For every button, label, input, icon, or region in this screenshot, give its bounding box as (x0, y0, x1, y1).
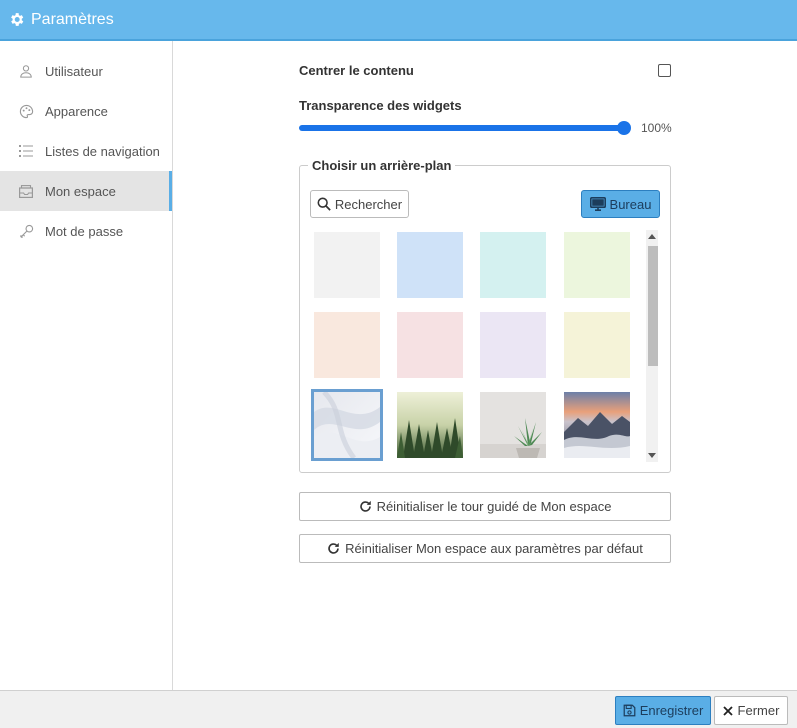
settings-sidebar: Utilisateur Apparence Listes de navigati… (0, 41, 173, 691)
key-icon (18, 223, 34, 239)
refresh-icon (359, 500, 371, 512)
center-content-label: Centrer le contenu (299, 63, 414, 78)
background-tile[interactable] (314, 312, 380, 378)
reset-tour-button[interactable]: Réinitialiser le tour guidé de Mon espac… (299, 492, 671, 521)
background-grid-scrollbar[interactable] (646, 230, 658, 462)
settings-content: Centrer le contenu Transparence des widg… (173, 41, 797, 691)
background-tile[interactable] (564, 232, 630, 298)
background-picker-legend: Choisir un arrière-plan (308, 158, 456, 173)
close-label: Fermer (737, 703, 780, 718)
background-tile[interactable] (480, 232, 546, 298)
sidebar-item-listes-de-navigation[interactable]: Listes de navigation (0, 131, 172, 171)
scrollbar-thumb[interactable] (648, 246, 658, 366)
forest-fog-image (397, 392, 463, 458)
widget-transparency-slider[interactable] (299, 121, 631, 135)
mountain-sunset-image (564, 392, 630, 458)
close-icon (722, 705, 733, 716)
background-tile[interactable] (480, 312, 546, 378)
sidebar-item-label: Apparence (45, 103, 108, 119)
save-label: Enregistrer (639, 703, 704, 718)
background-tile[interactable] (314, 232, 380, 298)
search-button-label: Rechercher (334, 196, 403, 212)
background-tile-forest-fog[interactable] (397, 392, 463, 458)
sidebar-item-label: Mot de passe (45, 223, 124, 239)
search-icon (317, 197, 331, 211)
sidebar-item-mot-de-passe[interactable]: Mot de passe (0, 211, 172, 251)
background-tile-succulent[interactable] (480, 392, 546, 458)
scroll-down-arrow-icon[interactable] (648, 453, 656, 458)
floppy-disk-icon (623, 704, 636, 717)
sidebar-item-label: Listes de navigation (45, 143, 160, 159)
sidebar-item-mon-espace[interactable]: Mon espace (0, 171, 172, 211)
background-tile-mountain-sunset[interactable] (564, 392, 630, 458)
sidebar-item-utilisateur[interactable]: Utilisateur (0, 51, 172, 91)
widget-transparency-value: 100% (641, 121, 672, 135)
palette-icon (18, 103, 34, 119)
reset-defaults-button[interactable]: Réinitialiser Mon espace aux paramètres … (299, 534, 671, 563)
search-backgrounds-button[interactable]: Rechercher (310, 190, 409, 218)
window-titlebar: Paramètres (0, 0, 797, 41)
reset-defaults-label: Réinitialiser Mon espace aux paramètres … (345, 541, 643, 556)
center-content-checkbox[interactable] (658, 64, 671, 77)
refresh-icon (328, 542, 339, 554)
list-icon (18, 143, 34, 159)
background-picker: Choisir un arrière-plan Rechercher Burea… (299, 158, 671, 473)
background-grid (310, 228, 645, 462)
slider-thumb[interactable] (617, 121, 631, 135)
succulent-plant-image (480, 392, 546, 458)
background-tile-white-abstract[interactable] (311, 389, 383, 461)
sidebar-item-label: Utilisateur (45, 63, 103, 79)
scroll-up-arrow-icon[interactable] (648, 234, 656, 239)
background-tile[interactable] (397, 232, 463, 298)
center-content-row: Centrer le contenu (299, 63, 671, 78)
dialog-footer: Enregistrer Fermer (0, 690, 797, 728)
user-icon (18, 63, 34, 79)
slider-track (299, 125, 624, 131)
close-button[interactable]: Fermer (714, 696, 788, 725)
sidebar-item-label: Mon espace (45, 183, 116, 199)
gear-icon (8, 11, 26, 29)
reset-tour-label: Réinitialiser le tour guidé de Mon espac… (376, 499, 612, 514)
widget-transparency-label: Transparence des widgets (299, 98, 462, 113)
background-tile[interactable] (397, 312, 463, 378)
window-title: Paramètres (31, 10, 114, 28)
inbox-icon (18, 183, 34, 199)
monitor-icon (589, 197, 606, 211)
save-button[interactable]: Enregistrer (615, 696, 711, 725)
sidebar-item-apparence[interactable]: Apparence (0, 91, 172, 131)
background-tile[interactable] (564, 312, 630, 378)
desktop-button-label: Bureau (609, 196, 652, 212)
desktop-background-button[interactable]: Bureau (581, 190, 660, 218)
white-abstract-image (314, 390, 380, 460)
